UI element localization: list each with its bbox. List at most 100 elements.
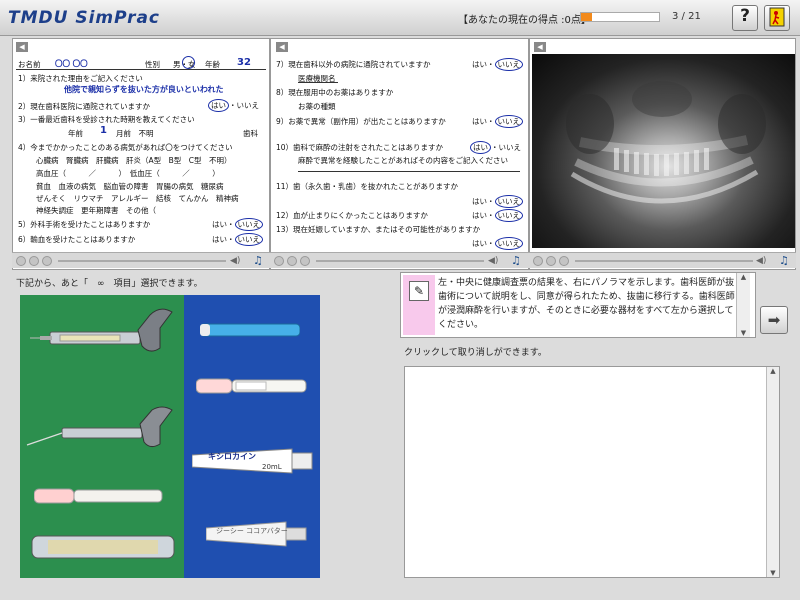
answer-11-yes: はい — [472, 197, 487, 206]
next-arrow-button[interactable]: ➡ — [760, 306, 788, 334]
age-value: 32 — [237, 57, 251, 68]
answer-11-no: いいえ — [494, 195, 523, 208]
panel-collapse-right-icon[interactable]: ◀ — [534, 42, 546, 52]
answer-11: はい・ いいえ — [472, 195, 523, 208]
question-11: 11）歯（永久歯・乳歯）を抜かれたことがありますか — [276, 182, 459, 191]
name-value: 〇〇 〇〇 — [55, 59, 88, 68]
music-note-icon[interactable]: ♫ — [253, 254, 263, 267]
q3-clinic: 歯科 — [243, 129, 258, 138]
needle-option-2[interactable] — [195, 375, 308, 397]
scroll-up-icon[interactable]: ▲ — [737, 273, 750, 281]
progress-fill — [581, 13, 593, 21]
q10-underline — [298, 171, 520, 172]
question-10: 10）歯科で麻酔の注射をされたことはありますか — [276, 143, 444, 152]
help-button[interactable]: ? — [732, 5, 758, 31]
rewind-button[interactable] — [274, 256, 284, 266]
anesthetic-cartridge-option[interactable] — [28, 530, 178, 564]
answer-7-no: いいえ — [494, 58, 523, 71]
needle-option-1[interactable] — [33, 485, 164, 507]
panel-collapse-middle-icon[interactable]: ◀ — [276, 42, 288, 52]
answer-2: はい ・いいえ — [208, 99, 259, 112]
seek-track[interactable] — [575, 260, 753, 262]
question-1: 1）来院された理由をご記入ください — [18, 74, 143, 83]
answer-5-no: いいえ — [234, 218, 263, 231]
q3-month-suffix: 月前 不明 — [116, 129, 154, 138]
q4-row-5: 神経失調症 更年期障害 その他（ — [36, 206, 156, 215]
question-12: 12）血が止まりにくかったことはありますか — [276, 211, 428, 220]
needle-option-blue[interactable] — [199, 320, 301, 340]
q4-row-4: ぜんそく リウマチ アレルギー 結核 てんかん 精神病 — [36, 194, 239, 203]
volume-icon[interactable]: ◀) — [488, 256, 498, 266]
media-controls-left: ◀) ♫ — [12, 252, 270, 268]
answer-12-no: いいえ — [494, 209, 523, 222]
selection-hint: クリックして取り消しができます。 — [404, 348, 547, 358]
progress-bar — [580, 12, 660, 22]
question-2: 2）現在歯科医院に通院されていますか — [18, 102, 151, 111]
answer-9: はい・ いいえ — [472, 115, 523, 128]
app-logo: TMDU SimPrac — [8, 8, 161, 28]
panel-collapse-left-icon[interactable]: ◀ — [16, 42, 28, 52]
forward-button[interactable] — [300, 256, 310, 266]
volume-icon[interactable]: ◀) — [756, 256, 766, 266]
question-9: 9）お薬で異常（副作用）が出たことはありますか — [276, 117, 446, 126]
music-note-icon[interactable]: ♫ — [779, 254, 789, 267]
music-note-icon[interactable]: ♫ — [511, 254, 521, 267]
q4-row-3: 貧血 血液の病気 脳血管の障害 胃腸の病気 糖尿病 — [36, 182, 224, 191]
q3-years: 年前 — [68, 129, 83, 138]
answer-13-yes: はい — [472, 239, 487, 248]
rewind-button[interactable] — [533, 256, 543, 266]
play-button[interactable] — [546, 256, 556, 266]
volume-icon[interactable]: ◀) — [230, 256, 240, 266]
answer-6: はい・ いいえ — [212, 233, 263, 246]
q4-row-1: 心臓病 腎臓病 肝臓病 肝炎（A型 B型 C型 不明） — [36, 156, 232, 165]
question-4: 4）今までかかったことのある病気があれば〇をつけてください — [18, 143, 233, 152]
answer-2-yes: はい — [208, 99, 229, 112]
topical-paste-option[interactable]: ジーシー ココアバター — [205, 516, 310, 552]
answer-13: はい・ いいえ — [472, 237, 523, 250]
instruction-scrollbar[interactable]: ▲ ▼ — [736, 273, 750, 337]
selection-count-text: 下記から、あと「 ∞ 項目」選択できます。 — [16, 279, 203, 289]
name-underline — [16, 69, 266, 70]
play-button[interactable] — [29, 256, 39, 266]
seek-track[interactable] — [316, 260, 484, 262]
selected-items-box[interactable] — [404, 366, 780, 578]
question-7: 7）現在歯科以外の病院に通院されていますか — [276, 60, 431, 69]
question-8: 8）現在服用中のお薬はありますか — [276, 88, 394, 97]
answer-7: はい・ いいえ — [472, 58, 523, 71]
forward-button[interactable] — [559, 256, 569, 266]
answer-5-yes: はい — [212, 220, 227, 229]
scroll-down-icon[interactable]: ▼ — [767, 569, 779, 577]
question-5: 5）外科手術を受けたことはありますか — [18, 220, 151, 229]
answer-9-no: いいえ — [494, 115, 523, 128]
lidocaine-label: キシロカイン — [208, 452, 256, 461]
aspirating-syringe-option[interactable] — [30, 300, 180, 360]
q8-medicine: お薬の種類 — [298, 102, 336, 111]
answer-9-yes: はい — [472, 117, 487, 126]
play-button[interactable] — [287, 256, 297, 266]
q3-month-value: 1 — [100, 125, 107, 136]
exit-door-icon[interactable] — [764, 5, 790, 31]
cartridge-syringe-option[interactable] — [22, 400, 182, 460]
sex-selected-circle — [182, 56, 195, 69]
answer-2-no: いいえ — [236, 101, 260, 110]
answer-6-no: いいえ — [234, 233, 263, 246]
q10-detail: 麻酔で異常を経験したことがあればその内容をご記入ください — [298, 156, 508, 165]
scroll-down-icon[interactable]: ▼ — [737, 329, 750, 337]
topical-label: ジーシー ココアバター — [216, 527, 288, 535]
question-3: 3）一番最近歯科を受診された時期を教えてください — [18, 115, 195, 124]
media-controls-right: ◀) ♫ — [529, 252, 796, 268]
instruction-text: 左・中央に健康調査票の結果を、右にパノラマを示します。歯科医師が抜歯術について説… — [438, 278, 735, 330]
scroll-up-icon[interactable]: ▲ — [767, 367, 779, 375]
rewind-button[interactable] — [16, 256, 26, 266]
seek-track[interactable] — [58, 260, 226, 262]
answer-10-no: いいえ — [498, 143, 522, 152]
answer-6-yes: はい — [212, 235, 227, 244]
forward-button[interactable] — [42, 256, 52, 266]
q7-underline — [298, 82, 338, 83]
answer-5: はい・ いいえ — [212, 218, 263, 231]
pen-icon: ✎ — [409, 281, 429, 301]
panoramic-xray-image — [532, 54, 795, 248]
selected-items-scrollbar[interactable]: ▲ ▼ — [766, 367, 779, 577]
answer-7-yes: はい — [472, 60, 487, 69]
lidocaine-jelly-option[interactable]: キシロカイン 20mL — [191, 443, 316, 479]
